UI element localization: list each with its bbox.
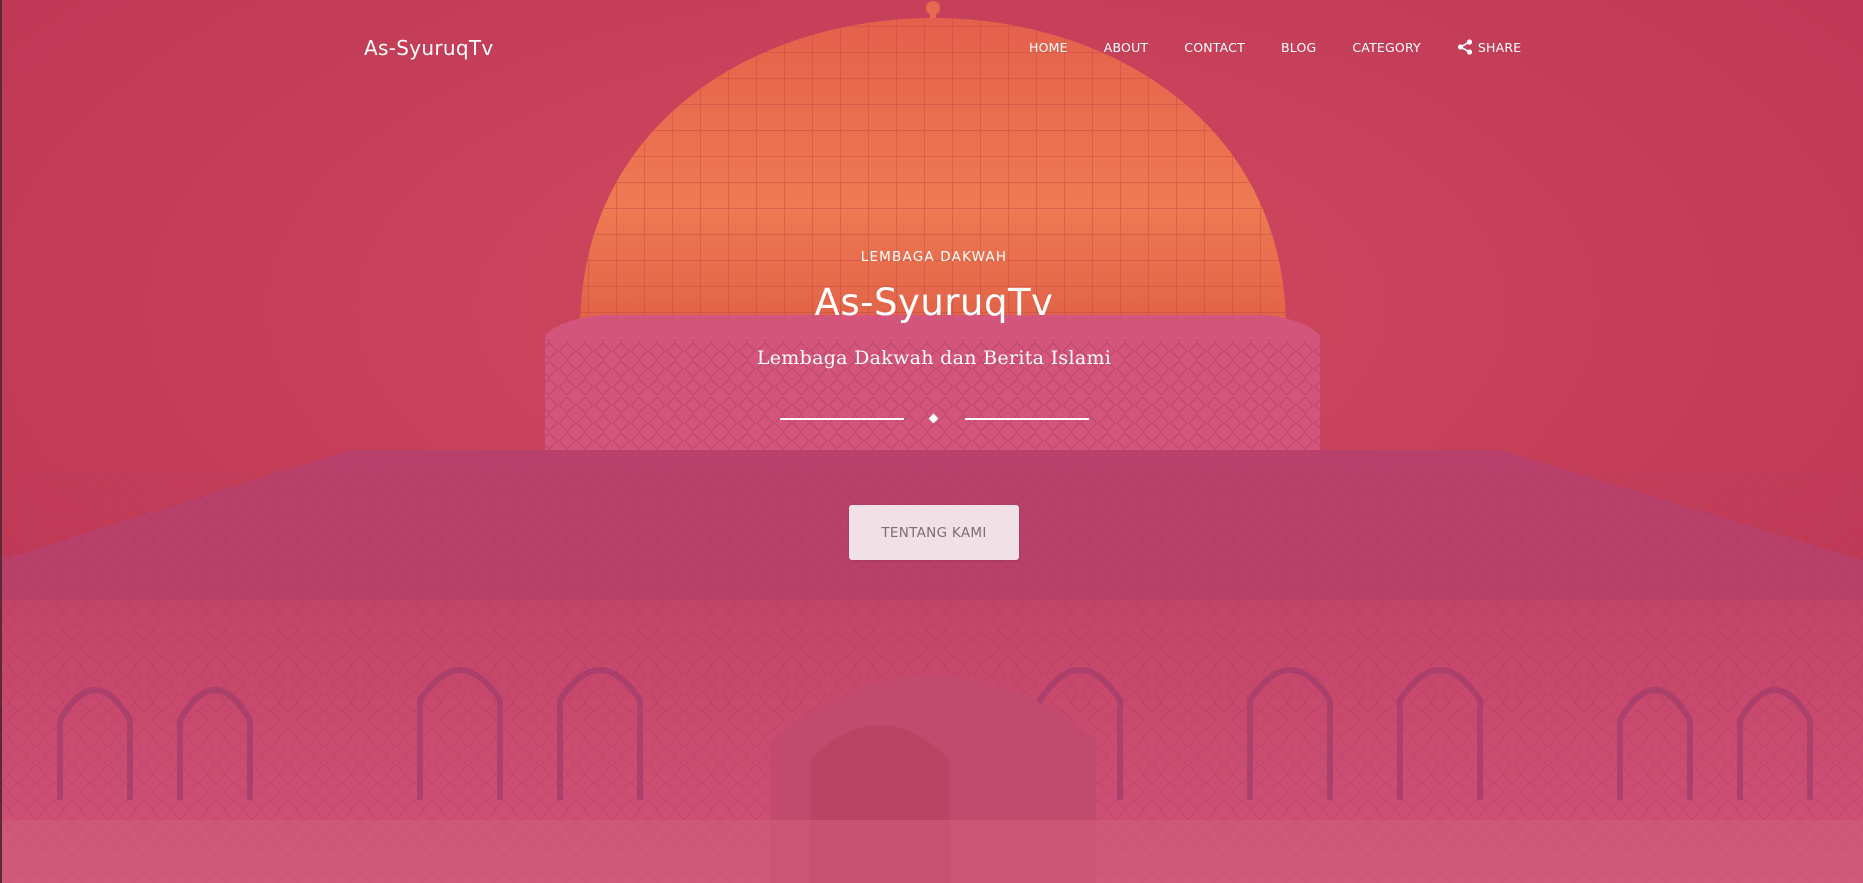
- divider-line-right: [965, 418, 1089, 420]
- share-icon: [1457, 39, 1472, 55]
- main-navigation: HOME ABOUT CONTACT BLOG CATEGORY SHARE: [1029, 39, 1521, 55]
- hero-eyebrow: LEMBAGA DAKWAH: [860, 249, 1008, 265]
- divider-diamond-icon: [928, 413, 939, 424]
- divider-line-left: [780, 418, 904, 420]
- hero-background-image: [0, 0, 1863, 883]
- hero-title: As-SyuruqTv: [814, 281, 1054, 324]
- nav-about-link[interactable]: ABOUT: [1104, 40, 1149, 55]
- nav-category-link[interactable]: CATEGORY: [1352, 40, 1421, 55]
- about-us-button[interactable]: TENTANG KAMI: [849, 505, 1019, 560]
- nav-share-label: SHARE: [1477, 39, 1522, 55]
- nav-contact-link[interactable]: CONTACT: [1184, 40, 1245, 55]
- site-brand-link[interactable]: As-SyuruqTv: [364, 36, 493, 60]
- hero-subtitle: Lembaga Dakwah dan Berita Islami: [756, 347, 1112, 369]
- nav-blog-link[interactable]: BLOG: [1281, 40, 1316, 55]
- hero-divider: [780, 410, 1090, 430]
- nav-home-link[interactable]: HOME: [1029, 40, 1068, 55]
- window-left-border: [0, 0, 2, 883]
- nav-share-link[interactable]: SHARE: [1457, 39, 1521, 55]
- hero-section: As-SyuruqTv HOME ABOUT CONTACT BLOG CATE…: [0, 0, 1863, 883]
